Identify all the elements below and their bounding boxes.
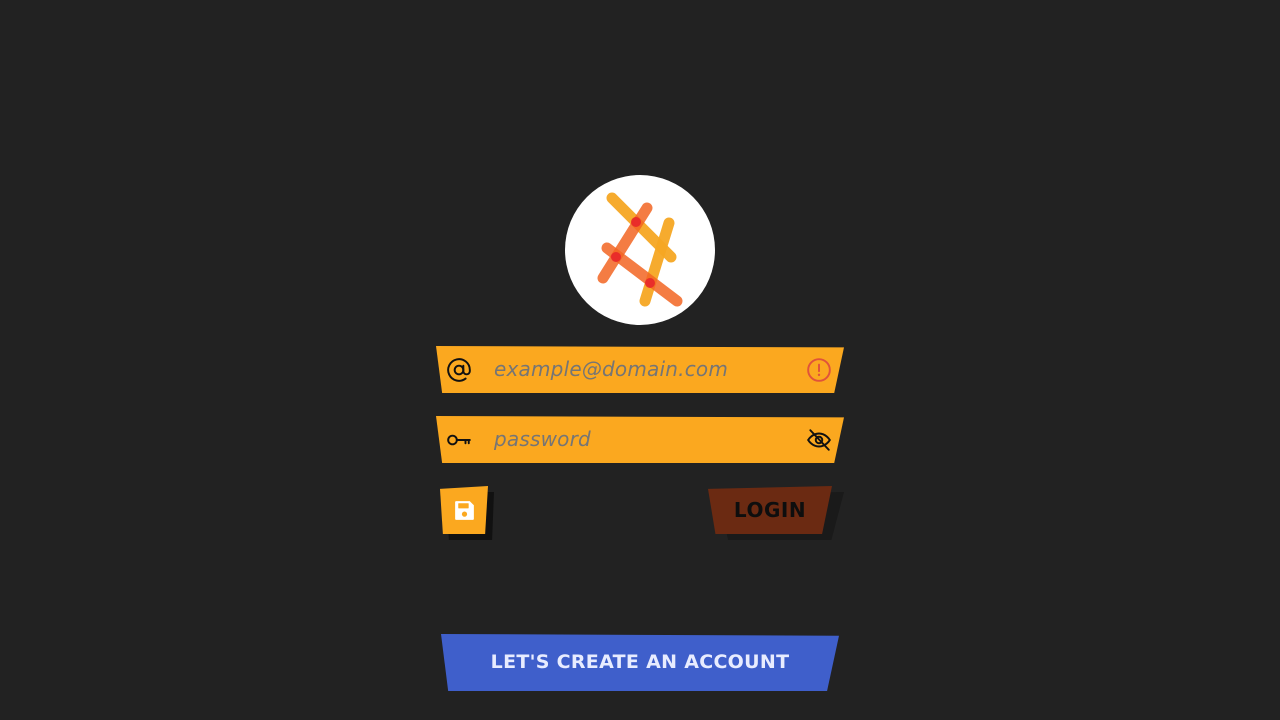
password-input[interactable]	[494, 416, 794, 463]
app-logo	[565, 175, 715, 325]
email-field	[436, 346, 844, 393]
login-screen: LOGIN LET'S CREATE AN ACCOUNT	[0, 0, 1280, 720]
email-input[interactable]	[494, 346, 794, 393]
eye-off-icon[interactable]	[806, 427, 832, 453]
key-icon	[447, 434, 471, 446]
crossed-sticks-logo-icon	[597, 192, 683, 307]
remember-me-button[interactable]	[440, 486, 494, 540]
login-button-label: LOGIN	[733, 498, 807, 522]
floppy-disk-icon	[455, 501, 474, 520]
create-account-button[interactable]: LET'S CREATE AN ACCOUNT	[441, 634, 839, 691]
create-account-button-label: LET'S CREATE AN ACCOUNT	[490, 651, 790, 673]
password-field	[436, 416, 844, 463]
at-sign-icon	[447, 358, 471, 382]
login-button[interactable]: LOGIN	[708, 486, 844, 540]
alert-circle-icon	[807, 358, 831, 382]
